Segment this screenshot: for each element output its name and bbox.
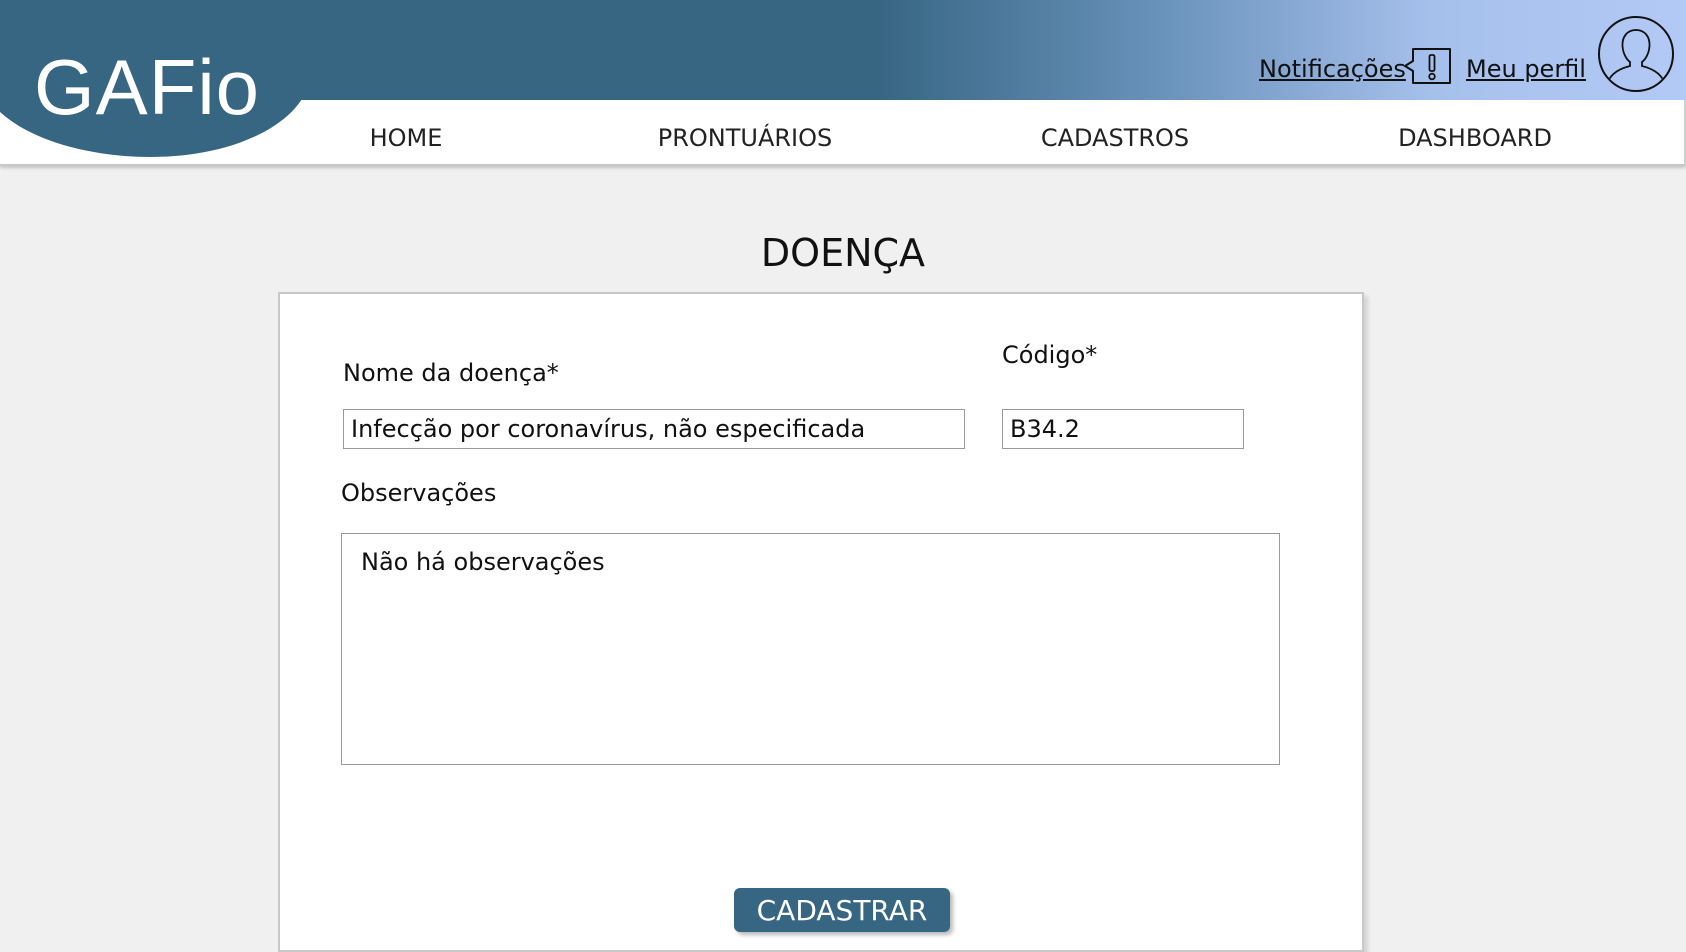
disease-name-input[interactable] — [343, 409, 965, 449]
nav-item-prontuarios[interactable]: PRONTUÁRIOS — [658, 124, 833, 152]
observations-label: Observações — [341, 479, 497, 507]
disease-code-input[interactable] — [1002, 409, 1244, 449]
disease-name-label: Nome da doença* — [343, 359, 559, 387]
notifications-link[interactable]: Notificações — [1259, 55, 1406, 83]
app-logo[interactable]: GAFio — [34, 48, 260, 126]
profile-link[interactable]: Meu perfil — [1466, 55, 1586, 83]
submit-button[interactable]: CADASTRAR — [734, 888, 950, 932]
user-avatar-icon[interactable] — [1598, 16, 1674, 92]
observations-textarea[interactable]: Não há observações — [341, 533, 1280, 765]
notification-alert-icon[interactable] — [1404, 47, 1452, 87]
nav-item-dashboard[interactable]: DASHBOARD — [1398, 124, 1552, 152]
disease-code-label: Código* — [1002, 341, 1098, 369]
page-title: DOENÇA — [760, 231, 926, 275]
nav-item-home[interactable]: HOME — [370, 124, 443, 152]
nav-item-cadastros[interactable]: CADASTROS — [1041, 124, 1189, 152]
